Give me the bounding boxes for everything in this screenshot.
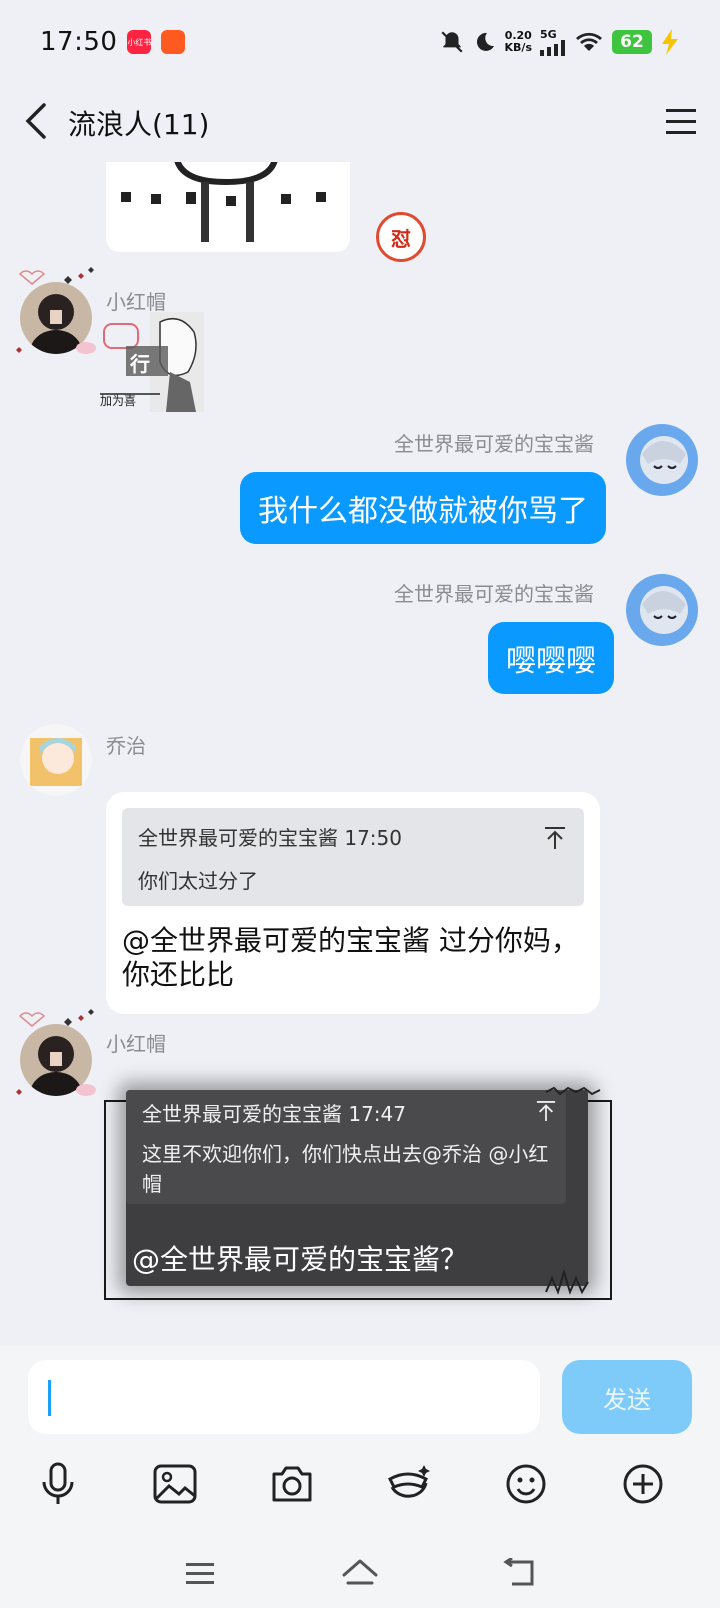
mute-bell-icon: [440, 31, 463, 53]
recents-button[interactable]: [175, 1548, 225, 1598]
message-list[interactable]: 怼 小红帽 行 加为喜 全世界最可爱的宝宝酱 我什么都没做就被你骂了 全世界最可…: [0, 162, 720, 1346]
pixel-face-sticker: [106, 162, 350, 252]
signal-icon: 5G: [540, 29, 566, 56]
sticker-text: 加为喜: [100, 394, 137, 408]
plus-icon: [623, 1464, 663, 1504]
quote-header: 全世界最可爱的宝宝酱 17:50: [138, 826, 402, 850]
menu-button[interactable]: [664, 106, 698, 140]
hamburger-menu-icon: [666, 109, 696, 134]
sender-name: 小红帽: [106, 1032, 166, 1056]
system-nav-bar: [0, 1540, 720, 1608]
avatar-frame-decoration: [16, 1009, 96, 1096]
message-text: @全世界最可爱的宝宝酱？: [132, 1243, 469, 1276]
avatar-frame-decoration: [16, 267, 96, 354]
jump-to-quote-button[interactable]: [544, 826, 566, 854]
sender-name: 乔治: [106, 734, 146, 758]
reply-message-bubble[interactable]: 全世界最可爱的宝宝酱 17:50 你们太过分了 @全世界最可爱的宝宝酱 过分你妈…: [106, 792, 600, 1014]
sticker-icon: [388, 1465, 430, 1498]
image-icon: [153, 1464, 197, 1504]
sender-name: 全世界最可爱的宝宝酱: [394, 582, 594, 606]
message-bubble[interactable]: 嘤嘤嘤: [488, 622, 614, 694]
avatar[interactable]: [626, 424, 698, 496]
photo-button[interactable]: [147, 1456, 203, 1512]
notification-app-icon: [161, 30, 186, 54]
back-nav-button[interactable]: [495, 1548, 545, 1598]
text-caret: [48, 1380, 51, 1416]
status-time: 17:50: [40, 27, 118, 57]
chat-title: 流浪人(11): [68, 108, 210, 141]
net-speed: 0.20 KB/s: [504, 29, 532, 54]
quoted-message[interactable]: 全世界最可爱的宝宝酱 17:47 这里不欢迎你们，你们快点出去@乔治 @小红帽: [126, 1090, 566, 1204]
chat-header: 流浪人(11): [0, 84, 720, 162]
sticker-message[interactable]: 行 加为喜: [100, 312, 204, 412]
message-text: @全世界最可爱的宝宝酱 过分你妈，你还比比: [122, 924, 579, 991]
bubble-corner-decoration: [545, 1086, 601, 1096]
emoji-icon: [506, 1464, 546, 1504]
home-button[interactable]: [335, 1548, 385, 1598]
emoji-button[interactable]: [498, 1456, 554, 1512]
sender-name: 全世界最可爱的宝宝酱: [394, 432, 594, 456]
moon-icon: [476, 32, 494, 51]
battery-indicator: 62: [612, 30, 652, 54]
message-bubble[interactable]: 我什么都没做就被你骂了: [240, 472, 606, 544]
voice-button[interactable]: [30, 1456, 86, 1512]
sticker-button[interactable]: [381, 1456, 437, 1512]
status-bar: 17:50 小红书 0.20 KB/s 5G 62: [0, 0, 720, 84]
jump-up-icon: [545, 827, 565, 849]
send-button[interactable]: 发送: [562, 1360, 692, 1434]
home-icon: [342, 1559, 378, 1585]
back-arrow-icon: [25, 103, 46, 139]
quote-header: 全世界最可爱的宝宝酱 17:47: [142, 1102, 406, 1126]
back-button[interactable]: [22, 101, 52, 145]
sticker-text: 行: [130, 352, 150, 376]
microphone-icon: [42, 1462, 74, 1504]
back-nav-icon: [503, 1558, 534, 1586]
user-avatar-anime: [626, 424, 698, 496]
quote-text: 这里不欢迎你们，你们快点出去@乔治 @小红帽: [142, 1142, 549, 1196]
wifi-icon: [576, 32, 602, 51]
quote-text: 你们太过分了: [138, 869, 258, 893]
avatar[interactable]: [20, 724, 92, 796]
user-avatar-cartoon: [20, 724, 92, 796]
reaction-badge[interactable]: 怼: [376, 212, 426, 262]
reply-message-bubble[interactable]: 全世界最可爱的宝宝酱 17:47 这里不欢迎你们，你们快点出去@乔治 @小红帽 …: [104, 1082, 614, 1302]
bubble-corner-decoration: [545, 1268, 589, 1295]
message-input[interactable]: [28, 1360, 540, 1434]
more-button[interactable]: [615, 1456, 671, 1512]
xiaohongshu-app-icon: 小红书: [127, 30, 152, 54]
camera-button[interactable]: [264, 1456, 320, 1512]
quoted-message[interactable]: 全世界最可爱的宝宝酱 17:50 你们太过分了: [122, 808, 584, 906]
charging-icon: [662, 29, 678, 55]
sticker-message[interactable]: [106, 162, 350, 252]
camera-icon: [272, 1466, 312, 1502]
user-avatar-anime: [626, 574, 698, 646]
sender-name: 小红帽: [106, 290, 166, 314]
recents-icon: [186, 1563, 214, 1584]
bubble-body: 全世界最可爱的宝宝酱 17:47 这里不欢迎你们，你们快点出去@乔治 @小红帽 …: [126, 1090, 588, 1286]
avatar[interactable]: [626, 574, 698, 646]
